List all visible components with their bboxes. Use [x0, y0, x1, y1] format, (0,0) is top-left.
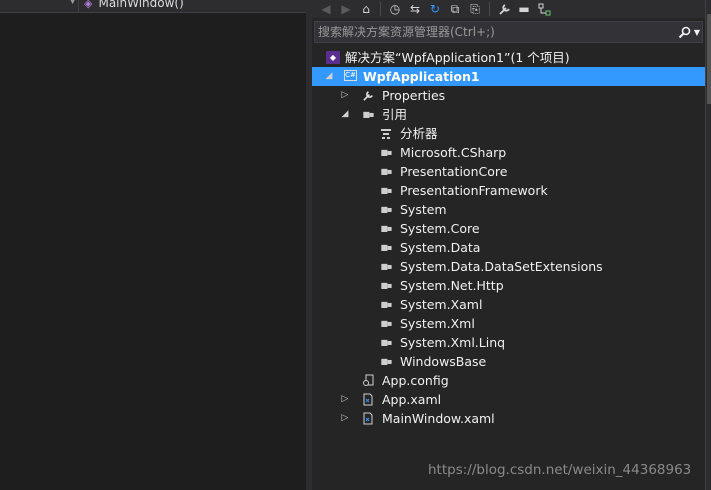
tree-item-label: MainWindow.xaml: [382, 411, 495, 426]
reference-icon: ■▪: [380, 338, 393, 347]
expanded-arrow-icon[interactable]: ◢: [340, 105, 350, 124]
tree-item-reference[interactable]: ■▪ System: [312, 200, 705, 219]
tree-item-reference[interactable]: ■▪ Microsoft.CSharp: [312, 143, 705, 162]
sync-icon[interactable]: ⇆: [407, 1, 423, 17]
method-name: MainWindow(): [98, 0, 184, 10]
home-icon[interactable]: ⌂: [358, 1, 374, 17]
toolbar-divider: [489, 2, 490, 16]
show-all-files-icon[interactable]: ⎘: [467, 1, 483, 17]
tree-item-reference[interactable]: ■▪ System.Xml: [312, 314, 705, 333]
chevron-down-icon[interactable]: ▼: [694, 28, 700, 37]
type-dropdown[interactable]: ▼: [0, 0, 79, 12]
reference-icon: ■▪: [380, 167, 393, 176]
reference-icon: ■▪: [380, 186, 393, 195]
reference-icon: ■▪: [380, 300, 393, 309]
tree-item-label: PresentationFramework: [400, 183, 548, 198]
chevron-down-icon[interactable]: ▼: [69, 0, 76, 6]
tree-item-label: System.Xml: [400, 316, 475, 331]
search-input[interactable]: [318, 24, 658, 40]
method-icon: ◈: [84, 0, 93, 10]
solution-explorer: ◀ ▶ ⌂ ◷ ⇆ ↻ ⧉ ⎘ ▬ ▼ ◆ 解决方案“WpfApplicatio…: [312, 0, 705, 490]
tree-item-label: System.Xml.Linq: [400, 335, 506, 350]
reference-icon: ■▪: [380, 319, 393, 328]
tree-item-solution[interactable]: ◆ 解决方案“WpfApplication1”(1 个项目): [312, 48, 705, 67]
tree-item-reference[interactable]: ■▪ System.Net.Http: [312, 276, 705, 295]
tree-item-reference[interactable]: 分析器: [312, 124, 705, 143]
config-file-icon: [361, 374, 375, 387]
pending-changes-icon[interactable]: ◷: [387, 1, 403, 17]
tree-item-properties[interactable]: ▷ Properties: [312, 86, 705, 105]
solution-explorer-toolbar: ◀ ▶ ⌂ ◷ ⇆ ↻ ⧉ ⎘ ▬: [312, 0, 705, 18]
tree-item-reference[interactable]: ■▪ PresentationFramework: [312, 181, 705, 200]
reference-icon: ■▪: [380, 148, 393, 157]
tree-item-label: Microsoft.CSharp: [400, 145, 507, 160]
tree-item-references[interactable]: ◢ ■▪ 引用: [312, 105, 705, 124]
tree-item-reference[interactable]: ■▪ WindowsBase: [312, 352, 705, 371]
tree-item-label: Properties: [382, 88, 446, 103]
tree-item-file[interactable]: App.config: [312, 371, 705, 390]
tree-item-reference[interactable]: ■▪ System.Data: [312, 238, 705, 257]
toolbar-divider: [380, 2, 381, 16]
references-icon: ■▪: [362, 110, 375, 119]
forward-icon[interactable]: ▶: [338, 1, 354, 17]
member-dropdown[interactable]: ◈ MainWindow(): [84, 0, 184, 10]
tree-item-label: PresentationCore: [400, 164, 508, 179]
reference-icon: ■▪: [380, 224, 393, 233]
tree-item-reference[interactable]: ■▪ System.Xml.Linq: [312, 333, 705, 352]
tree-item-label: System.Net.Http: [400, 278, 504, 293]
tree-item-project[interactable]: ◢ C# WpfApplication1: [312, 67, 705, 86]
class-diagram-icon[interactable]: [536, 1, 552, 17]
tree-item-label: App.config: [382, 373, 449, 388]
navigation-bar: ▼ ◈ MainWindow(): [0, 0, 306, 13]
code-editor[interactable]: ▼ ◈ MainWindow(): [0, 0, 306, 490]
reference-icon: ■▪: [380, 205, 393, 214]
collapsed-arrow-icon[interactable]: ▷: [340, 86, 350, 105]
back-icon[interactable]: ◀: [318, 1, 334, 17]
solution-tree: ◆ 解决方案“WpfApplication1”(1 个项目) ◢ C# WpfA…: [312, 48, 705, 428]
tree-item-label: System.Core: [400, 221, 480, 236]
search-icon: [678, 26, 691, 38]
side-tab-strip[interactable]: [705, 0, 711, 490]
refresh-icon[interactable]: ↻: [427, 1, 443, 17]
analyzer-icon: [379, 127, 393, 140]
tree-item-file[interactable]: ▷ App.xaml: [312, 390, 705, 409]
collapse-all-icon[interactable]: ⧉: [447, 1, 463, 17]
search-button[interactable]: ▼: [678, 23, 700, 41]
side-tab[interactable]: [707, 14, 711, 104]
tree-item-file[interactable]: ▷ MainWindow.xaml: [312, 409, 705, 428]
csharp-project-icon: C#: [344, 70, 357, 81]
tree-item-label: System: [400, 202, 447, 217]
collapsed-arrow-icon[interactable]: ▷: [340, 409, 350, 428]
expanded-arrow-icon[interactable]: ◢: [324, 67, 334, 86]
reference-icon: ■▪: [380, 262, 393, 271]
xaml-file-icon: [361, 412, 375, 425]
tree-item-label: 引用: [382, 107, 408, 122]
preview-icon[interactable]: ▬: [516, 1, 532, 17]
tree-item-label: System.Xaml: [400, 297, 483, 312]
reference-icon: ■▪: [380, 357, 393, 366]
tree-item-label: 分析器: [400, 126, 438, 141]
tree-item-reference[interactable]: ■▪ System.Xaml: [312, 295, 705, 314]
search-box[interactable]: ▼: [314, 21, 703, 43]
tree-item-label: App.xaml: [382, 392, 442, 407]
properties-icon[interactable]: [496, 1, 512, 17]
tree-item-reference[interactable]: ■▪ System.Data.DataSetExtensions: [312, 257, 705, 276]
collapsed-arrow-icon[interactable]: ▷: [340, 390, 350, 409]
wrench-icon: [361, 89, 375, 102]
xaml-file-icon: [361, 393, 375, 406]
tree-item-label: System.Data.DataSetExtensions: [400, 259, 603, 274]
tree-item-label: WindowsBase: [400, 354, 487, 369]
tree-item-label: System.Data: [400, 240, 481, 255]
tree-item-label: WpfApplication1: [363, 69, 480, 84]
tree-item-reference[interactable]: ■▪ PresentationCore: [312, 162, 705, 181]
reference-icon: ■▪: [380, 243, 393, 252]
tree-item-reference[interactable]: ■▪ System.Core: [312, 219, 705, 238]
solution-icon: ◆: [326, 51, 340, 64]
reference-icon: ■▪: [380, 281, 393, 290]
tree-item-label: 解决方案“WpfApplication1”(1 个项目): [345, 50, 570, 65]
watermark: https://blog.csdn.net/weixin_44368963: [428, 462, 692, 478]
